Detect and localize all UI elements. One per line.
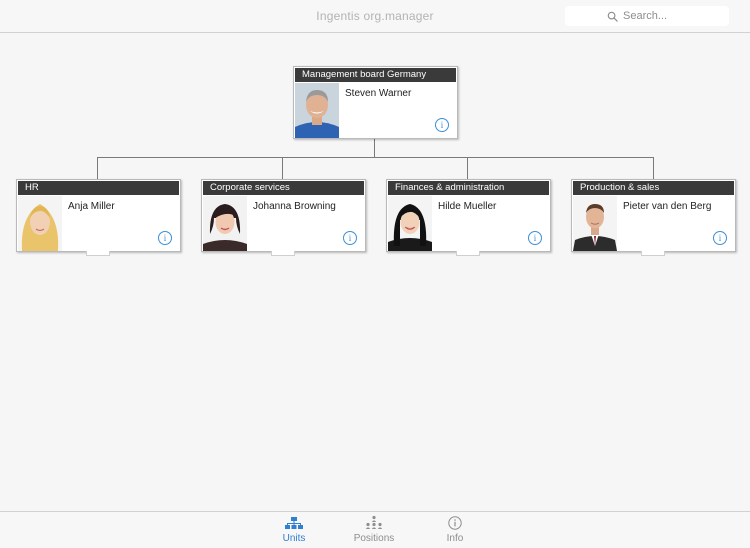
org-chart-canvas[interactable]: Management board Germany Steven Warner i… — [0, 34, 750, 511]
tab-label: Units — [282, 533, 306, 544]
person-name: Anja Miller — [68, 201, 115, 212]
unit-title: HR — [18, 181, 179, 195]
org-card-corporate-services[interactable]: Corporate services Johanna Browning i — [201, 179, 366, 256]
org-card-management-board[interactable]: Management board Germany Steven Warner i — [293, 66, 458, 139]
expand-tab[interactable] — [271, 251, 295, 256]
tab-units[interactable]: Units — [259, 515, 329, 544]
top-bar: Ingentis org.manager — [0, 0, 750, 33]
units-icon — [285, 517, 303, 529]
org-card-hr[interactable]: HR Anja Miller i — [16, 179, 181, 256]
search-icon — [607, 11, 618, 22]
info-icon[interactable]: i — [158, 231, 172, 245]
positions-icon — [365, 515, 383, 529]
info-icon[interactable]: i — [435, 118, 449, 132]
expand-tab[interactable] — [456, 251, 480, 256]
tab-label: Positions — [353, 533, 395, 544]
unit-title: Production & sales — [573, 181, 734, 195]
info-icon — [448, 516, 462, 530]
search-box[interactable] — [565, 6, 729, 26]
unit-title: Corporate services — [203, 181, 364, 195]
tab-positions[interactable]: Positions — [339, 515, 409, 544]
person-photo — [388, 196, 432, 251]
person-name: Steven Warner — [345, 88, 412, 99]
unit-title: Management board Germany — [295, 68, 456, 82]
expand-tab[interactable] — [641, 251, 665, 256]
person-photo — [573, 196, 617, 251]
info-icon[interactable]: i — [528, 231, 542, 245]
org-card-production-sales[interactable]: Production & sales Pieter van den Berg i — [571, 179, 736, 256]
info-icon[interactable]: i — [343, 231, 357, 245]
info-icon[interactable]: i — [713, 231, 727, 245]
tab-label: Info — [446, 533, 464, 544]
person-name: Johanna Browning — [253, 201, 336, 212]
person-name: Pieter van den Berg — [623, 201, 712, 212]
person-photo — [18, 196, 62, 251]
person-photo — [203, 196, 247, 251]
person-name: Hilde Mueller — [438, 201, 497, 212]
expand-tab[interactable] — [86, 251, 110, 256]
bottom-tab-bar: Units Positions Info — [0, 511, 750, 548]
tab-info[interactable]: Info — [420, 515, 490, 544]
search-input[interactable] — [623, 10, 687, 22]
org-card-finances-administration[interactable]: Finances & administration Hilde Mueller … — [386, 179, 551, 256]
unit-title: Finances & administration — [388, 181, 549, 195]
person-photo — [295, 83, 339, 138]
